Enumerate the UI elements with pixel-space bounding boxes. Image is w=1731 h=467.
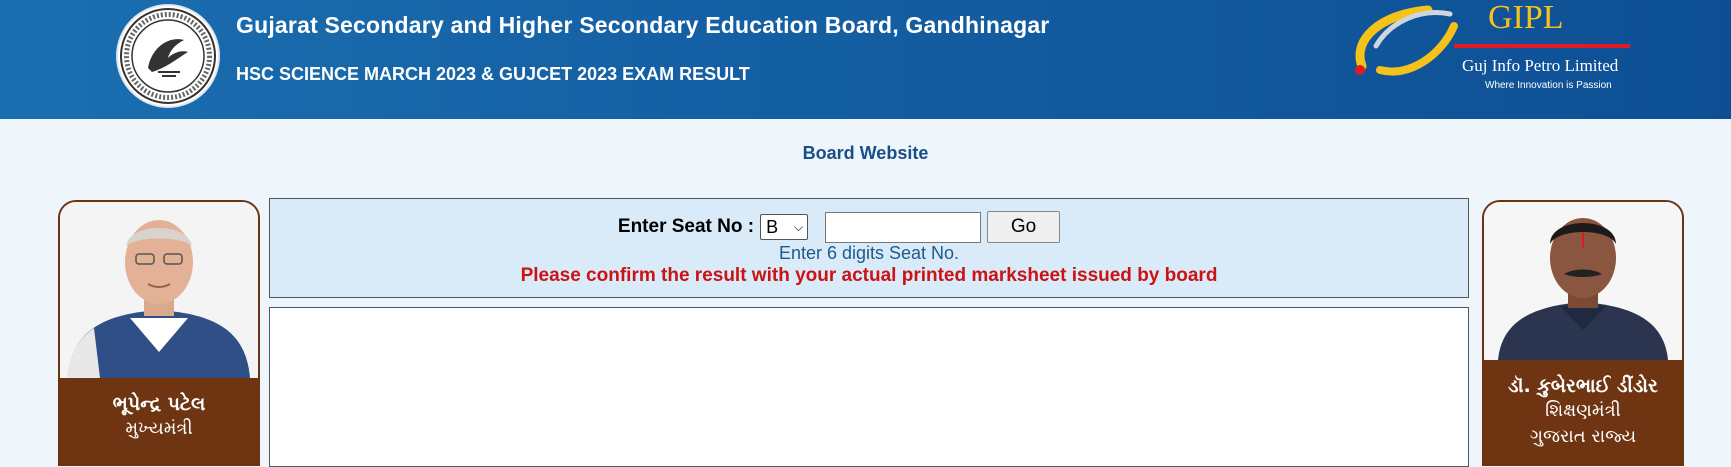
education-minister-designation: શિક્ષણમંત્રી xyxy=(1545,400,1621,421)
education-minister-name: ડૉ. કુબેરભાઈ ડીંડોર xyxy=(1508,375,1658,397)
gipl-company-name: Guj Info Petro Limited xyxy=(1462,56,1619,75)
seat-number-input[interactable] xyxy=(825,211,982,243)
confirm-warning: Please confirm the result with your actu… xyxy=(520,265,1218,286)
gipl-logo: GIPL Guj Info Petro Limited Where Innova… xyxy=(1350,0,1640,96)
education-minister-card: ડૉ. કુબેરભાઈ ડીંડોર શિક્ષણમંત્રી ગુજરાત … xyxy=(1482,200,1684,466)
board-website-link[interactable]: Board Website xyxy=(0,143,1731,164)
page-title: Gujarat Secondary and Higher Secondary E… xyxy=(236,12,1050,38)
chief-minister-card: ભૂપેન્દ્ર પટેલ મુખ્યમંત્રી xyxy=(58,200,260,466)
exam-subtitle: HSC SCIENCE MARCH 2023 & GUJCET 2023 EXA… xyxy=(236,64,750,84)
series-selected-value: B xyxy=(766,216,779,237)
education-minister-region: ગુજરાત રાજ્ય xyxy=(1529,426,1637,447)
seat-hint: Enter 6 digits Seat No. xyxy=(778,243,960,263)
board-seal-icon xyxy=(118,6,218,106)
series-select[interactable]: B ⌵ xyxy=(760,214,809,240)
gipl-brand: GIPL xyxy=(1488,0,1564,36)
seat-label: Enter Seat No : xyxy=(617,216,755,237)
chief-minister-designation: મુખ્યમંત્રી xyxy=(125,418,193,439)
chief-minister-photo xyxy=(60,202,258,378)
gipl-tagline: Where Innovation is Passion xyxy=(1485,80,1612,91)
chief-minister-name-panel: ભૂપેન્દ્ર પટેલ મુખ્યમંત્રી xyxy=(60,378,258,464)
chief-minister-name: ભૂપેન્દ્ર પટેલ xyxy=(112,393,206,415)
go-button[interactable]: Go xyxy=(987,211,1061,243)
seat-entry-row: Enter Seat No : B ⌵ Go xyxy=(270,211,1468,243)
chevron-down-icon: ⌵ xyxy=(793,219,804,234)
seat-search-panel: Enter Seat No : B ⌵ Go Enter 6 digits Se… xyxy=(269,198,1469,298)
education-minister-photo xyxy=(1484,202,1682,360)
page-header: Gujarat Secondary and Higher Secondary E… xyxy=(0,0,1731,119)
result-area xyxy=(269,307,1469,467)
education-minister-name-panel: ડૉ. કુબેરભાઈ ડીંડોર શિક્ષણમંત્રી ગુજરાત … xyxy=(1484,360,1682,464)
